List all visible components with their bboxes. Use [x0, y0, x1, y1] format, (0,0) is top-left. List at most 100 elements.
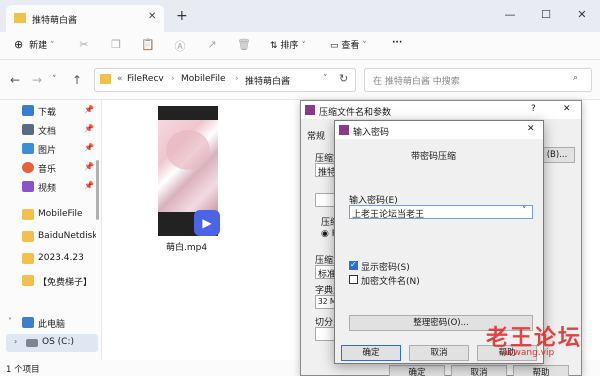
sidebar-item-documents[interactable]: 文档 📌	[6, 121, 98, 139]
close-tab-icon[interactable]: ✕	[148, 11, 156, 22]
tab-current-folder[interactable]: 推特萌白酱 ✕	[6, 5, 164, 32]
pin-icon: 📌	[84, 181, 94, 190]
sidebar-item-baidunetdisk[interactable]: BaiduNetdiskD	[6, 228, 98, 246]
folder-icon	[100, 74, 111, 84]
encrypt-filenames-checkbox[interactable]	[349, 275, 358, 284]
plus-circle-icon: ⊕	[14, 38, 24, 51]
dialog-subtitle: 带密码压缩	[411, 152, 457, 162]
show-password-label[interactable]: 显示密码(S)	[361, 260, 410, 273]
new-button[interactable]: ⊕ 新建 ˅	[14, 38, 54, 51]
pin-icon: 📌	[84, 105, 94, 114]
cut-icon[interactable]: ✂	[76, 38, 92, 54]
search-input[interactable]: 在 推特萌白酱 中搜索	[373, 74, 460, 87]
help-icon[interactable]: ?	[531, 104, 536, 114]
chevron-right-icon: ›	[235, 74, 239, 84]
archive-help-button[interactable]: 帮助	[513, 365, 569, 376]
tab-title: 推特萌白酱	[32, 16, 78, 26]
video-player-icon: ▶	[194, 210, 220, 236]
sort-button[interactable]: ⇅ 排序 ˅	[270, 38, 306, 51]
folder-icon	[22, 231, 34, 242]
sidebar-item-this-pc[interactable]: ˅ 此电脑	[6, 314, 98, 332]
cancel-button[interactable]: 取消	[409, 345, 469, 361]
folder-icon	[22, 209, 34, 220]
breadcrumb-current[interactable]: 推特萌白酱	[245, 74, 290, 87]
view-button[interactable]: ▭ 查看 ˅	[330, 38, 367, 51]
sidebar-scrollbar[interactable]	[96, 160, 99, 220]
up-arrow-icon[interactable]: ↑	[72, 73, 82, 87]
winrar-icon	[305, 105, 315, 115]
sidebar-item-label: 此电脑	[38, 320, 66, 330]
pin-icon: 📌	[84, 124, 94, 133]
pin-icon: 📌	[84, 162, 94, 171]
search-icon[interactable]: ⌕	[573, 73, 578, 83]
back-arrow-icon[interactable]: ←	[10, 73, 20, 87]
navigation-pane: 下载 📌 文档 📌 图片 📌 音乐 📌 视频 📌 MobileFile Baid…	[0, 100, 102, 360]
chevron-down-icon: ˅	[362, 41, 367, 51]
item-count: 1 个项目	[6, 365, 40, 375]
chevron-down-icon[interactable]: ˅	[522, 206, 527, 216]
ok-button[interactable]: 确定	[341, 345, 401, 361]
browse-button[interactable]: (B)...	[539, 147, 575, 163]
forward-arrow-icon[interactable]: →	[32, 73, 42, 87]
archive-ok-button[interactable]: 确定	[389, 365, 445, 376]
chevron-right-icon: ›	[171, 74, 175, 84]
sort-label: 排序	[280, 41, 299, 51]
view-icon: ▭	[330, 41, 339, 51]
address-row: ← → ˅ ↑ « FileRecv › MobileFile › 推特萌白酱 …	[0, 60, 600, 100]
sidebar-item-music[interactable]: 音乐 📌	[6, 159, 98, 177]
chevron-right-icon[interactable]: ›	[14, 337, 17, 346]
sidebar-item-downloads[interactable]: 下载 📌	[6, 102, 98, 120]
sidebar-item-pictures[interactable]: 图片 📌	[6, 140, 98, 158]
close-icon[interactable]: ✕	[563, 104, 571, 114]
dialog-titlebar: 压缩文件名和参数 ? ✕	[301, 101, 581, 119]
breadcrumb-overflow[interactable]: «	[117, 74, 123, 84]
drive-icon	[26, 339, 38, 347]
search-box[interactable]: 在 推特萌白酱 中搜索 ⌕	[364, 68, 592, 92]
refresh-icon[interactable]: ↻	[339, 72, 348, 85]
dialog-title: 压缩文件名和参数	[319, 108, 392, 118]
minimize-button[interactable]: —	[492, 2, 528, 28]
video-icon	[22, 181, 34, 192]
breadcrumb[interactable]: « FileRecv › MobileFile › 推特萌白酱 ˅ ↻	[94, 68, 356, 92]
watermark-url: laowang.vip	[500, 348, 555, 358]
sort-icon: ⇅	[270, 41, 278, 51]
copy-icon[interactable]: ❐	[108, 38, 124, 54]
computer-icon	[22, 317, 34, 328]
dialog-title: 输入密码	[353, 128, 390, 138]
password-input[interactable]: 上老王论坛当老王 ˅	[349, 205, 533, 220]
folder-icon	[22, 253, 34, 264]
sidebar-item-label: OS (C:)	[42, 337, 74, 347]
close-icon[interactable]: ✕	[527, 124, 535, 134]
chevron-down-icon[interactable]: ˅	[8, 317, 12, 326]
chevron-down-icon[interactable]: ˅	[323, 74, 328, 84]
rename-icon[interactable]: Ⓐ	[172, 38, 188, 54]
view-label: 查看	[341, 41, 360, 51]
encrypt-filenames-label[interactable]: 加密文件名(N)	[361, 274, 420, 287]
winrar-icon	[339, 125, 349, 135]
sidebar-item-label: 2023.4.23	[38, 253, 84, 263]
sidebar-item-drive-c[interactable]: › OS (C:)	[6, 334, 98, 352]
sidebar-item-videos[interactable]: 视频 📌	[6, 178, 98, 196]
new-tab-button[interactable]: +	[176, 8, 188, 24]
breadcrumb-mobilefile[interactable]: MobileFile	[181, 74, 226, 84]
chevron-down-icon: ˅	[49, 41, 55, 51]
delete-icon[interactable]: 🗑	[236, 38, 252, 54]
sidebar-item-free-ladder[interactable]: 【免费梯子】	[6, 272, 98, 290]
sidebar-item-label: MobileFile	[38, 209, 83, 219]
recent-chevron-icon[interactable]: ˅	[52, 75, 57, 85]
show-password-checkbox[interactable]: ✓	[349, 260, 358, 270]
maximize-button[interactable]: ☐	[528, 2, 564, 28]
paste-icon[interactable]: 📋	[140, 38, 156, 54]
sidebar-item-2023-4-23[interactable]: 2023.4.23	[6, 250, 98, 268]
close-window-button[interactable]: ✕	[564, 2, 600, 28]
pin-icon: 📌	[84, 143, 94, 152]
share-icon[interactable]: ↗	[204, 38, 220, 54]
sidebar-item-mobilefile[interactable]: MobileFile	[6, 206, 98, 224]
archive-cancel-button[interactable]: 取消	[451, 365, 507, 376]
file-name[interactable]: 萌白.mp4	[166, 240, 207, 253]
download-icon	[22, 105, 34, 116]
tab-general[interactable]: 常规	[307, 129, 325, 142]
document-icon	[22, 124, 34, 135]
more-options-button[interactable]: ···	[392, 38, 402, 48]
breadcrumb-filerecv[interactable]: FileRecv	[127, 74, 164, 84]
